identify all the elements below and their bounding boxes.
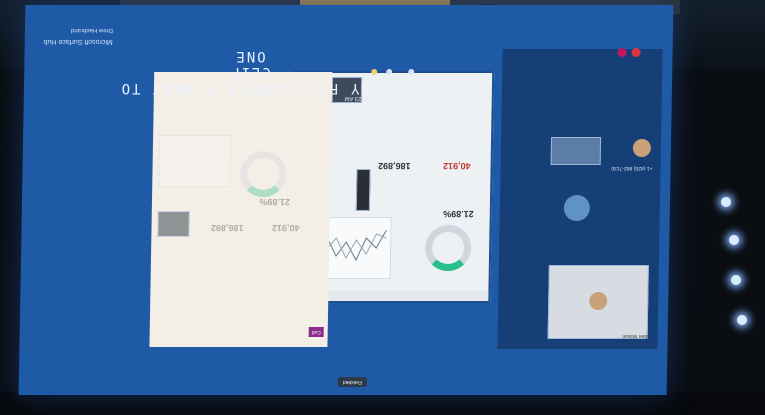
caption-text: SAY FOR EXAMPLE I WANT TO CLIP ONE: [100, 48, 400, 96]
metric-left: 40,912: [442, 161, 471, 171]
gauge-ghost: [240, 151, 287, 197]
ghost-thumbnail: [157, 211, 190, 237]
side-light: [737, 315, 747, 325]
user-name: Drew Haebrand: [70, 27, 114, 33]
call-contact-name: Ben Wilson: [622, 333, 648, 339]
chart-ghost: [158, 135, 232, 187]
video-feed: [547, 265, 649, 339]
mini-chart: [355, 169, 371, 211]
gauge-ghost-value: 21.89%: [259, 197, 291, 207]
call-button[interactable]: Call: [308, 327, 324, 337]
metric-left-ghost: 40,912: [271, 223, 300, 233]
floor: [0, 392, 765, 415]
side-light: [729, 235, 739, 245]
side-light: [731, 275, 741, 285]
phone-number: +1 (425) 882-7130: [611, 165, 653, 171]
metric-right-ghost: 186,892: [210, 223, 244, 233]
skype-icon: [563, 195, 591, 221]
contact-avatar[interactable]: [632, 139, 652, 157]
gauge-value: 21.89%: [443, 209, 474, 219]
gauge-chart: [424, 225, 472, 271]
call-panel: +1 (425) 882-7130 Ben Wilson: [497, 48, 663, 349]
app-name: Microsoft Surface Hub: [43, 38, 113, 45]
avatar: [589, 292, 608, 310]
side-light: [721, 197, 731, 207]
metric-right: 186,892: [377, 161, 411, 171]
end-call-icon[interactable]: [631, 48, 641, 57]
done-button[interactable]: Finished: [337, 377, 367, 387]
shared-thumbnail[interactable]: [550, 137, 602, 165]
mute-icon[interactable]: [617, 48, 627, 57]
whiteboard-canvas[interactable]: 21.89% 40,912 186,892 Call: [149, 72, 333, 347]
caption-line-2: ONE: [234, 48, 266, 64]
caption-line-1: SAY FOR EXAMPLE I WANT TO CLIP: [119, 64, 381, 96]
